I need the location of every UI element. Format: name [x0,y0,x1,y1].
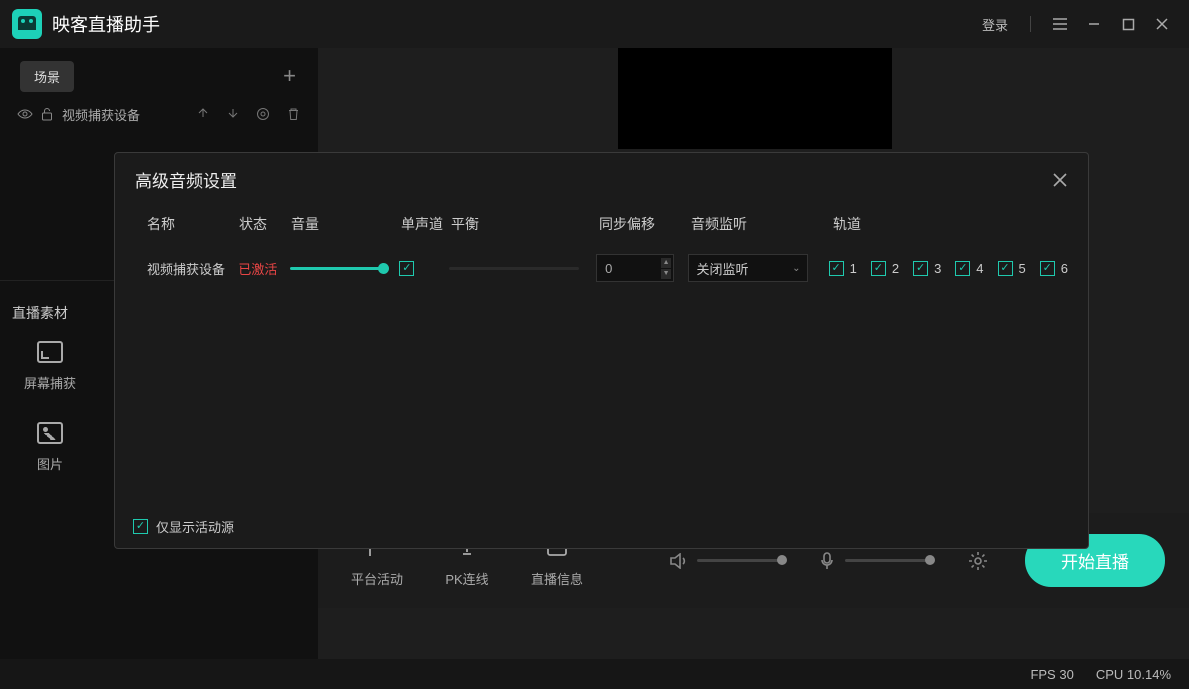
speaker-icon [669,553,687,569]
track-2-checkbox[interactable] [871,261,886,276]
source-name: 视频捕获设备 [62,105,140,124]
move-down-icon[interactable] [222,107,244,121]
image-icon [37,422,63,444]
mono-checkbox[interactable] [399,261,414,276]
dialog-title: 高级音频设置 [135,167,237,192]
visibility-icon[interactable] [14,108,36,120]
material-screen-capture[interactable]: 屏幕捕获 [24,341,76,392]
audio-monitor-select[interactable]: 关闭监听 ⌄ [688,254,808,282]
app-title: 映客直播助手 [52,11,160,37]
track-checkboxes: 1 2 3 4 5 6 [829,261,1068,276]
move-up-icon[interactable] [192,107,214,121]
mic-icon [819,552,835,570]
track-5-checkbox[interactable] [998,261,1013,276]
add-scene-button[interactable]: + [277,63,302,89]
fps-indicator: FPS 30 [1030,667,1073,682]
close-icon[interactable] [1147,9,1177,39]
scene-tab[interactable]: 场景 [20,61,74,92]
track-6-checkbox[interactable] [1040,261,1055,276]
minimize-icon[interactable] [1079,9,1109,39]
audio-settings-button[interactable] [967,550,989,572]
lock-icon[interactable] [36,107,58,121]
track-1-checkbox[interactable] [829,261,844,276]
row-name: 视频捕获设备 [147,259,238,278]
cpu-indicator: CPU 10.14% [1096,667,1171,682]
login-button[interactable]: 登录 [982,15,1008,34]
row-status: 已激活 [238,259,290,278]
source-row[interactable]: 视频捕获设备 [0,94,318,134]
spinner-down-icon[interactable]: ▼ [661,269,671,279]
title-bar: 映客直播助手 登录 [0,0,1189,48]
balance-slider[interactable] [449,267,579,270]
mic-volume-control[interactable] [819,552,931,570]
volume-slider[interactable] [290,267,384,270]
dialog-close-button[interactable] [1052,172,1068,188]
mic-slider[interactable] [845,559,931,562]
video-source-rect[interactable] [618,48,892,149]
spinner-up-icon[interactable]: ▲ [661,258,671,268]
settings-icon[interactable] [252,107,274,121]
materials-title: 直播素材 [0,293,100,341]
app-logo-icon [12,9,42,39]
menu-icon[interactable] [1045,9,1075,39]
speaker-volume-control[interactable] [669,553,783,569]
advanced-audio-dialog: 高级音频设置 名称 状态 音量 单声道 平衡 同步偏移 音频监听 轨道 视频捕获… [114,152,1089,549]
dialog-column-headers: 名称 状态 音量 单声道 平衡 同步偏移 音频监听 轨道 [115,204,1088,244]
status-bar: FPS 30 CPU 10.14% [0,659,1189,689]
track-3-checkbox[interactable] [913,261,928,276]
track-4-checkbox[interactable] [955,261,970,276]
sync-offset-input[interactable]: 0 ▲ ▼ [596,254,674,282]
maximize-icon[interactable] [1113,9,1143,39]
speaker-slider[interactable] [697,559,783,562]
audio-source-row: 视频捕获设备 已激活 0 ▲ ▼ 关闭监听 ⌄ [115,244,1088,292]
divider [1030,16,1031,32]
chevron-down-icon: ⌄ [792,263,800,274]
material-image[interactable]: 图片 [37,422,63,473]
screen-capture-icon [37,341,63,363]
delete-icon[interactable] [282,107,304,121]
show-active-only-checkbox[interactable]: 仅显示活动源 [133,517,234,536]
